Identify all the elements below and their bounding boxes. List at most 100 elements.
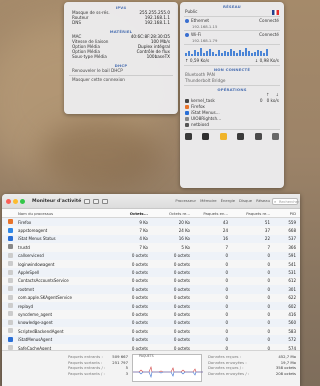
col-process-name[interactable]: Nom du processus bbox=[18, 211, 110, 216]
app-icon bbox=[185, 117, 189, 121]
process-icon bbox=[8, 252, 13, 258]
gear-icon[interactable] bbox=[102, 198, 109, 204]
col-bytes-received[interactable]: Octets re... bbox=[148, 211, 190, 216]
table-row[interactable]: AppleSpell 0 octets 0 octets 0 0 531 bbox=[2, 268, 300, 277]
public-label: Public bbox=[185, 9, 198, 14]
table-row[interactable]: syncdeme_agent 0 octets 0 octets 0 0 416 bbox=[2, 310, 300, 318]
bytes-received: 5 Ko bbox=[181, 244, 190, 250]
packets-in: 0 bbox=[225, 337, 228, 343]
window-titlebar: Moniteur d'activité Processeur Mémoire Éne… bbox=[2, 194, 300, 209]
pid: 622 bbox=[288, 295, 296, 301]
bytes-sent: 7 Ko bbox=[139, 228, 148, 234]
pid: 537 bbox=[288, 236, 296, 242]
table-row[interactable]: knowledge-agent 0 octets 0 octets 0 0 560 bbox=[2, 318, 300, 328]
pid: 668 bbox=[288, 228, 296, 234]
pid: 301 bbox=[288, 286, 296, 292]
process-icon bbox=[8, 303, 13, 309]
table-row[interactable]: rootmnt 0 octets 0 octets 0 0 301 bbox=[2, 285, 300, 294]
ops-app-up: 0 bbox=[259, 98, 263, 103]
col-pid[interactable]: PID bbox=[270, 211, 298, 216]
table-row[interactable]: replayd 0 octets 0 octets 0 0 602 bbox=[2, 301, 300, 311]
renew-dhcp-button[interactable]: Renouveler le bail DHCP bbox=[64, 68, 178, 74]
pid: 602 bbox=[288, 303, 296, 309]
table-row[interactable]: appstoreagent 7 Ko 24 Ko 24 37 668 bbox=[2, 226, 300, 234]
minimize-button[interactable] bbox=[13, 198, 18, 204]
table-row[interactable]: Firefox 9 Ko 20 Ko 43 51 559 bbox=[2, 218, 300, 227]
process-name: iStat Menus Status bbox=[18, 236, 56, 242]
bandwidth-bar bbox=[218, 50, 220, 56]
packets-received: 0 bbox=[267, 270, 270, 276]
process-icon-cell bbox=[2, 328, 18, 334]
bandwidth-bar bbox=[206, 51, 208, 56]
col-packets-received[interactable]: Paquets re... bbox=[228, 211, 270, 216]
table-row[interactable]: callservicesd 0 octets 0 octets 0 0 591 bbox=[2, 251, 300, 260]
bytes-sent: 0 octets bbox=[131, 320, 148, 326]
pid: 541 bbox=[288, 261, 296, 267]
footer-stat-label: Paquets sortants / : bbox=[68, 370, 105, 376]
info-icon[interactable] bbox=[93, 198, 100, 204]
table-row[interactable]: com.apple.SKAgentService 0 octets 0 octets… bbox=[2, 294, 300, 302]
packets-in: 0 bbox=[225, 278, 228, 284]
ip-info-value: 192.168.1.1 bbox=[144, 20, 170, 26]
table-row[interactable]: iStatMenusAgent 0 octets 0 octets 0 0 572 bbox=[2, 335, 300, 344]
process-name: callservicesd bbox=[18, 253, 44, 259]
process-table: Firefox 9 Ko 20 Ko 43 51 559 appstoreagent 7 Ko… bbox=[2, 218, 300, 369]
bytes-received: 0 octets bbox=[173, 286, 190, 292]
bandwidth-bar bbox=[230, 49, 232, 56]
close-button[interactable] bbox=[6, 198, 11, 204]
app-icon[interactable] bbox=[254, 133, 262, 140]
interface-status: Connecté bbox=[259, 18, 279, 23]
hide-connection-button[interactable]: Masquer cette connexion bbox=[64, 77, 178, 83]
packets-in: 43 bbox=[222, 219, 228, 225]
app-icon[interactable] bbox=[271, 133, 279, 140]
bytes-sent: 0 octets bbox=[131, 278, 148, 284]
network-menu-panel: RÉSEAU Public Ethernet Connecté 192.168.1.… bbox=[180, 2, 284, 188]
packets-in: 0 bbox=[225, 311, 228, 317]
tab-mémoire[interactable]: Mémoire bbox=[200, 198, 217, 203]
search-input[interactable]: Rechercher bbox=[272, 198, 299, 205]
bytes-sent: 0 octets bbox=[131, 253, 148, 259]
bytes-received: 0 octets bbox=[173, 303, 190, 309]
zoom-button[interactable] bbox=[20, 198, 25, 204]
process-icon-cell bbox=[2, 303, 18, 309]
ops-app-name: netbiosd bbox=[191, 122, 210, 127]
ip-info-label: DNS bbox=[72, 20, 82, 26]
app-icon bbox=[185, 105, 189, 109]
stop-process-icon[interactable] bbox=[84, 198, 91, 204]
interface-ip: 192.168.1.79 bbox=[192, 38, 218, 43]
tab-processeur[interactable]: Processeur bbox=[175, 198, 196, 203]
graph-mode-label[interactable]: PAQUETS bbox=[139, 354, 154, 358]
tab-réseau[interactable]: Réseau bbox=[256, 198, 270, 203]
process-name: syncdeme_agent bbox=[18, 311, 53, 317]
window-title: Moniteur d'activité bbox=[32, 198, 82, 204]
col-bytes-sent[interactable]: Octets... bbox=[110, 211, 148, 216]
app-icon[interactable] bbox=[202, 133, 210, 140]
process-name: appstoreagent bbox=[18, 228, 48, 234]
pid: 531 bbox=[288, 270, 296, 276]
bytes-received: 0 octets bbox=[173, 295, 190, 301]
bytes-sent: 0 octets bbox=[131, 295, 148, 301]
bandwidth-bar bbox=[251, 53, 253, 56]
table-row[interactable]: iStat Menus Status 4 Ko 16 Ko 16 22 537 bbox=[2, 234, 300, 244]
table-row[interactable]: ContactsAccountsService 0 octets 0 octets 0… bbox=[2, 277, 300, 285]
table-row[interactable]: trustd 7 Ko 5 Ko 7 7 366 bbox=[2, 243, 300, 251]
bytes-sent: 0 octets bbox=[131, 337, 148, 343]
table-header: Nom du processus Octets... Octets re... … bbox=[2, 209, 300, 218]
app-icon[interactable] bbox=[185, 133, 192, 140]
bandwidth-bar bbox=[260, 51, 262, 56]
app-icon[interactable] bbox=[219, 133, 227, 140]
tab-énergie[interactable]: Énergie bbox=[221, 198, 235, 203]
process-icon-cell bbox=[2, 319, 18, 326]
packets-received: 0 bbox=[267, 261, 270, 267]
footer-stat-value: 208 octets bbox=[275, 370, 296, 376]
app-icon[interactable] bbox=[237, 133, 245, 140]
process-icon bbox=[8, 311, 13, 317]
col-packets-in[interactable]: Paquets en... bbox=[190, 211, 228, 216]
bytes-received: 0 octets bbox=[173, 337, 190, 343]
bandwidth-bar bbox=[233, 51, 235, 56]
tab-disque[interactable]: Disque bbox=[239, 198, 252, 203]
not-connected-item[interactable]: Thunderbolt Bridge bbox=[180, 78, 284, 84]
process-icon-cell bbox=[2, 261, 18, 267]
table-row[interactable]: ScriptedBackendAgent 0 octets 0 octets 0 0 58… bbox=[2, 327, 300, 335]
table-row[interactable]: loginwindowagent 0 octets 0 octets 0 0 541 bbox=[2, 260, 300, 268]
